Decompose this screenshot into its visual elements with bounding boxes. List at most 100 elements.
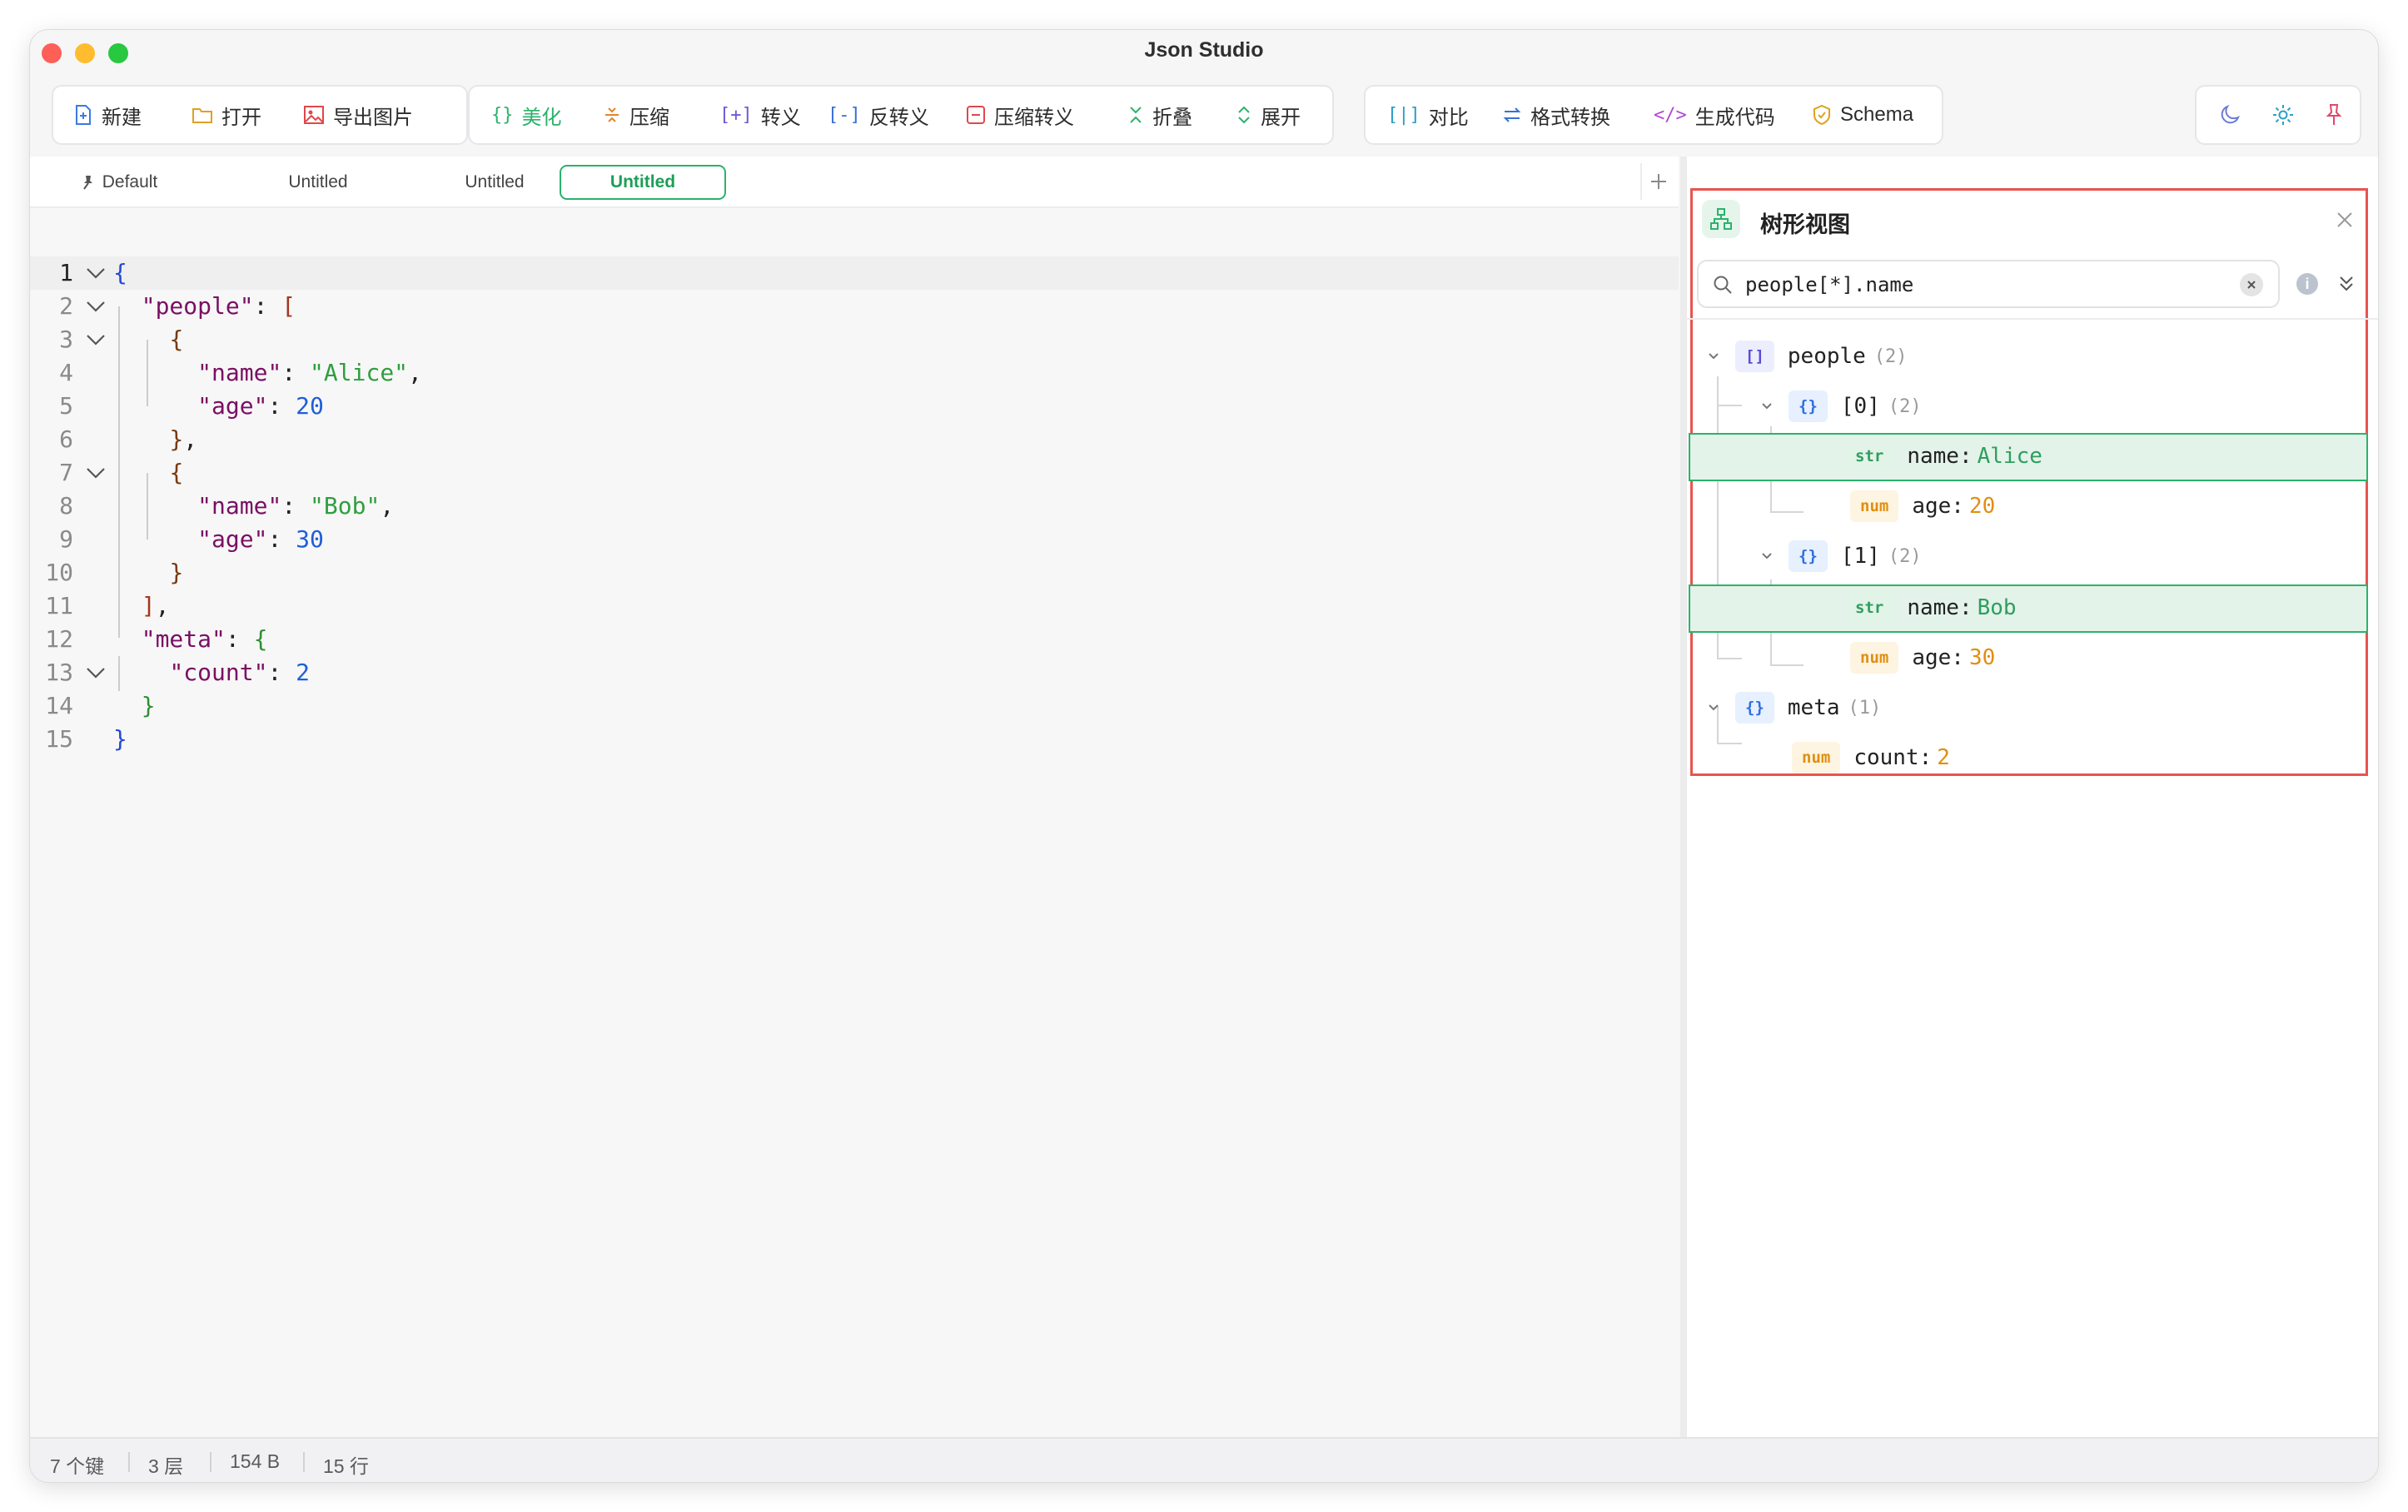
chevron-down-icon[interactable] [1760,551,1774,561]
fold-chevron-icon[interactable] [85,331,107,348]
code-line: } [113,723,127,756]
code-token: "name" [197,492,282,520]
tree-node-item-1[interactable]: {} [1] (2) [1789,538,1922,574]
depth-status: 3 层 [148,1455,184,1477]
unescape-icon: [-] [828,104,861,126]
open-button[interactable]: 打开 [192,87,261,143]
new-tab-button[interactable] [1640,163,1675,200]
new-button-label: 新建 [102,106,142,129]
code-line: } [113,556,183,589]
chevron-down-icon[interactable] [1707,351,1720,361]
tree-panel-title: 树形视图 [1760,212,1850,237]
clear-search-button[interactable] [2240,273,2263,296]
close-panel-button[interactable] [2335,210,2355,234]
node-value: Alice [1977,444,2042,469]
compress-button[interactable]: 压缩 [603,87,669,143]
line-number: 11 [45,592,73,619]
node-key: age: [1912,645,1964,670]
node-key: meta [1787,695,1840,720]
tab-label: Untitled [465,172,525,191]
compress-escape-button[interactable]: 压缩转义 [966,87,1074,143]
compare-button[interactable]: [|] 对比 [1387,87,1469,143]
expand-button[interactable]: 展开 [1236,87,1301,143]
tree-node-meta[interactable]: {} meta (1) [1735,689,1881,726]
code-token: , [155,592,170,619]
pin-window-button[interactable] [2323,103,2345,131]
tree-node-age-20[interactable]: num age: 20 [1850,488,1995,525]
tree-node-name-bob[interactable]: str name: Bob [1845,589,2017,626]
tree-node-count[interactable]: num count: 2 [1792,739,1950,776]
format-convert-button[interactable]: 格式转换 [1502,87,1610,143]
code-line: { [113,323,183,356]
expand-icon [1238,106,1250,124]
beautify-button[interactable]: {} 美化 [491,87,562,143]
app-window: Json Studio 新建 打开 导出图片 {} 美化 压缩 [+] 转义 [… [30,30,2378,1482]
panel-splitter[interactable] [1680,157,1687,1467]
info-icon[interactable]: i [2296,273,2318,295]
json-code-editor[interactable]: 1 2 3 4 5 6 7 8 9 10 11 12 13 14 15 { "p… [30,208,1679,1467]
settings-button[interactable] [2271,103,2295,131]
node-key: count: [1853,745,1933,770]
folder-icon [192,108,212,123]
node-count: (2) [1873,346,1908,367]
code-line: { [113,256,127,290]
status-divider [128,1452,130,1472]
fold-chevron-icon[interactable] [85,265,107,281]
document-tab-bar: Default Untitled Untitled Untitled [30,157,1679,208]
compress-button-label: 压缩 [629,106,669,129]
tree-node-item-0[interactable]: {} [0] (2) [1789,388,1922,425]
schema-button[interactable]: Schema [1812,87,1913,143]
tree-node-people[interactable]: [] people (2) [1735,338,1908,375]
tree-node-age-30[interactable]: num age: 30 [1850,639,1995,676]
tree-connector [1717,405,1742,406]
node-key: people [1787,344,1866,369]
status-divider [210,1452,211,1472]
code-token: 2 [296,659,311,686]
escape-icon: [+] [719,104,753,126]
node-key: name: [1907,444,1973,469]
expand-all-button[interactable] [2336,273,2356,299]
line-number: 2 [59,292,73,320]
line-number: 13 [45,659,73,686]
line-number: 10 [45,559,73,586]
code-line [30,256,1679,290]
fold-chevron-icon[interactable] [85,465,107,481]
jsonpath-search-input[interactable] [1744,268,2213,301]
node-count: (1) [1848,697,1882,719]
compress-icon [605,107,619,122]
code-line: "age": 30 [113,523,324,556]
array-type-badge: [] [1735,341,1774,372]
chevron-down-icon[interactable] [1760,401,1774,411]
chevron-down-icon[interactable] [1707,703,1720,713]
export-image-button[interactable]: 导出图片 [303,87,413,143]
unescape-button[interactable]: [-] 反转义 [828,87,929,143]
theme-toggle-button[interactable] [2220,103,2241,129]
search-match-row [1689,584,2368,633]
fold-chevron-icon[interactable] [85,298,107,315]
tab-untitled-1[interactable]: Untitled [243,165,393,200]
divider [1687,318,2378,320]
gear-icon [2273,105,2293,125]
escape-button[interactable]: [+] 转义 [719,87,801,143]
code-token: } [141,692,156,719]
tab-untitled-active[interactable]: Untitled [560,165,726,200]
tab-default[interactable]: Default [65,165,173,200]
number-type-badge: num [1792,742,1841,773]
code-line: }, [113,423,197,456]
code-line: { [113,456,183,490]
braces-icon: {} [491,104,514,126]
object-type-badge: {} [1789,540,1828,572]
generate-code-button[interactable]: </> 生成代码 [1654,87,1775,143]
line-number: 6 [59,425,73,453]
tree-node-name-alice[interactable]: str name: Alice [1845,438,2042,475]
collapse-button[interactable]: 折叠 [1127,87,1192,143]
tab-untitled-2[interactable]: Untitled [420,165,570,200]
format-toolbar-group: {} 美化 压缩 [+] 转义 [-] 反转义 压缩转义 折叠 展开 [468,85,1334,145]
fold-chevron-icon[interactable] [85,664,107,681]
new-button[interactable]: 新建 [73,87,142,143]
pin-icon [2326,104,2342,125]
